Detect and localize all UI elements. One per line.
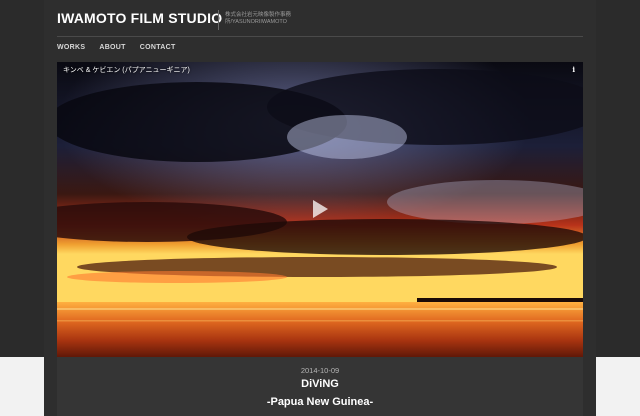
site-tagline: 株式会社岩元映像製作事務 所/YASUNORIIWAMOTO [225, 12, 291, 26]
info-icon[interactable]: i [572, 65, 575, 74]
play-icon[interactable] [311, 199, 329, 219]
post-meta: 2014-10-09 DiViNG -Papua New Guinea- [57, 357, 583, 416]
site-title[interactable]: IWAMOTO FILM STUDIO [57, 10, 222, 26]
video-title[interactable]: キンベ & ケビエン (パプアニューギニア) [63, 65, 190, 75]
nav-item-contact[interactable]: CONTACT [140, 44, 176, 51]
post-title[interactable]: DiViNG [57, 378, 583, 390]
tagline-line-2: 所/YASUNORIIWAMOTO [225, 19, 287, 25]
title-divider [218, 10, 219, 30]
main-nav: WORKS ABOUT CONTACT [57, 44, 176, 51]
tagline-line-1: 株式会社岩元映像製作事務 [225, 12, 292, 18]
nav-item-works[interactable]: WORKS [57, 44, 85, 51]
post-subtitle: -Papua New Guinea- [266, 396, 374, 408]
video-player[interactable]: キンベ & ケビエン (パプアニューギニア) i [57, 62, 583, 357]
nav-item-about[interactable]: ABOUT [99, 44, 125, 51]
main-container: IWAMOTO FILM STUDIO 株式会社岩元映像製作事務 所/YASUN… [44, 0, 596, 416]
post-date: 2014-10-09 [300, 366, 340, 375]
header-divider [57, 36, 583, 37]
